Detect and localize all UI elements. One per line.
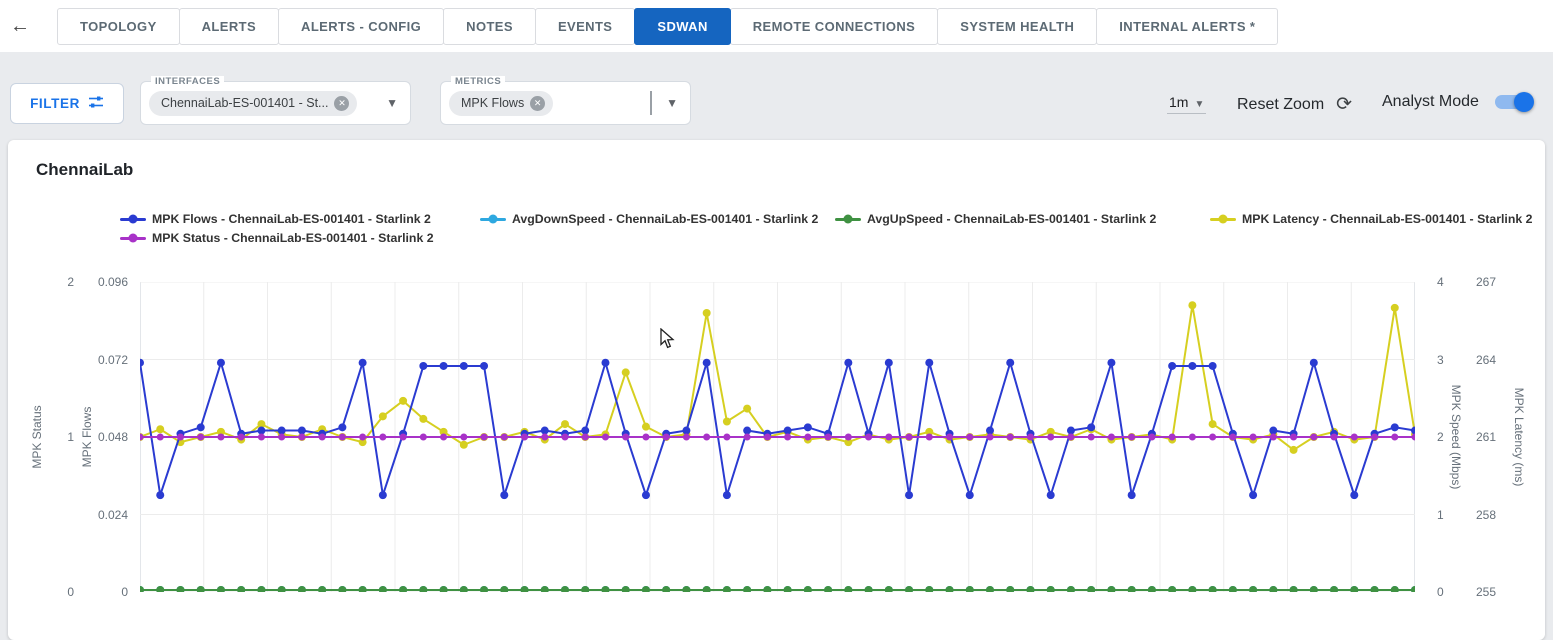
- legend-item-label: MPK Flows - ChennaiLab-ES-001401 - Starl…: [152, 212, 431, 226]
- chart-card: ChennaiLab MPK Flows - ChennaiLab-ES-001…: [8, 140, 1545, 640]
- axis-label-mpk-latency: MPK Latency (ms): [1512, 388, 1526, 487]
- toggle-knob: [1514, 92, 1534, 112]
- reset-zoom-icon: ⟳: [1336, 93, 1352, 116]
- top-navigation-bar: ← TOPOLOGYALERTSALERTS - CONFIGNOTESEVEN…: [0, 0, 1553, 52]
- tick-label: 0: [1437, 585, 1467, 599]
- tick-column-latency: 267264261258255: [1476, 282, 1514, 592]
- text-caret: [650, 91, 652, 115]
- interfaces-chip[interactable]: ChennaiLab-ES-001401 - St... ✕: [149, 91, 357, 116]
- tick-label: 0.024: [66, 508, 128, 522]
- analyst-mode-label: Analyst Mode: [1382, 93, 1479, 111]
- time-range-value: 1m: [1169, 94, 1188, 110]
- legend-marker-icon: [120, 237, 146, 240]
- filter-button[interactable]: FILTER: [10, 83, 124, 124]
- filter-bar: FILTER INTERFACES ChennaiLab-ES-001401 -…: [0, 52, 1553, 140]
- tab-alerts-config[interactable]: ALERTS - CONFIG: [278, 8, 444, 45]
- legend-item-label: MPK Status - ChennaiLab-ES-001401 - Star…: [152, 231, 434, 245]
- tick-column-flows: 0.0960.0720.0480.0240: [66, 282, 128, 592]
- tune-icon: [88, 94, 104, 113]
- legend-marker-icon: [120, 218, 146, 221]
- legend-item-label: AvgDownSpeed - ChennaiLab-ES-001401 - St…: [512, 212, 818, 226]
- chip-remove-icon[interactable]: ✕: [530, 96, 545, 111]
- legend-marker-icon: [480, 218, 506, 221]
- metrics-select[interactable]: METRICS MPK Flows ✕ ▼: [440, 81, 691, 125]
- interfaces-label: INTERFACES: [151, 76, 224, 87]
- analyst-mode-control: Analyst Mode: [1382, 93, 1531, 111]
- interfaces-select[interactable]: INTERFACES ChennaiLab-ES-001401 - St... …: [140, 81, 411, 125]
- tick-label: 4: [1437, 275, 1467, 289]
- chevron-down-icon[interactable]: ▼: [382, 96, 402, 110]
- legend-item-mpk-latency[interactable]: MPK Latency - ChennaiLab-ES-001401 - Sta…: [1210, 212, 1532, 226]
- legend-item-mpk-status[interactable]: MPK Status - ChennaiLab-ES-001401 - Star…: [120, 231, 434, 245]
- chip-remove-icon[interactable]: ✕: [334, 96, 349, 111]
- legend-marker-icon: [1210, 218, 1236, 221]
- metrics-label: METRICS: [451, 76, 505, 87]
- tab-sdwan[interactable]: SDWAN: [634, 8, 730, 45]
- tick-label: 255: [1476, 585, 1514, 599]
- chevron-down-icon: ▼: [1194, 99, 1204, 110]
- legend-item-label: AvgUpSpeed - ChennaiLab-ES-001401 - Star…: [867, 212, 1156, 226]
- back-arrow-icon[interactable]: ←: [0, 15, 40, 38]
- tab-alerts[interactable]: ALERTS: [179, 8, 279, 45]
- tick-label: 267: [1476, 275, 1514, 289]
- tick-label: 1: [1437, 508, 1467, 522]
- tick-label: 2: [1437, 430, 1467, 444]
- tab-bar: TOPOLOGYALERTSALERTS - CONFIGNOTESEVENTS…: [58, 8, 1278, 45]
- filter-button-label: FILTER: [30, 96, 80, 111]
- tick-label: 0.072: [66, 353, 128, 367]
- tab-topology[interactable]: TOPOLOGY: [57, 8, 180, 45]
- chart-title: ChennaiLab: [36, 160, 133, 180]
- tab-notes[interactable]: NOTES: [443, 8, 536, 45]
- legend-item-avgupspeed[interactable]: AvgUpSpeed - ChennaiLab-ES-001401 - Star…: [835, 212, 1156, 226]
- legend-item-mpk-flows[interactable]: MPK Flows - ChennaiLab-ES-001401 - Starl…: [120, 212, 431, 226]
- tick-label: 0.048: [66, 430, 128, 444]
- reset-zoom-label: Reset Zoom: [1237, 96, 1324, 114]
- legend-item-avgdownspeed[interactable]: AvgDownSpeed - ChennaiLab-ES-001401 - St…: [480, 212, 818, 226]
- tick-column-speed: 43210: [1437, 282, 1467, 592]
- tab-remote-connections[interactable]: REMOTE CONNECTIONS: [730, 8, 938, 45]
- reset-zoom-button[interactable]: Reset Zoom ⟳: [1237, 93, 1352, 116]
- tick-label: 0: [66, 585, 128, 599]
- tab-internal-alerts[interactable]: INTERNAL ALERTS *: [1096, 8, 1278, 45]
- metrics-chip-label: MPK Flows: [461, 96, 524, 110]
- tick-label: 258: [1476, 508, 1514, 522]
- analyst-mode-toggle[interactable]: [1495, 95, 1531, 109]
- legend-marker-icon: [835, 218, 861, 221]
- tab-system-health[interactable]: SYSTEM HEALTH: [937, 8, 1097, 45]
- legend-item-label: MPK Latency - ChennaiLab-ES-001401 - Sta…: [1242, 212, 1532, 226]
- tab-events[interactable]: EVENTS: [535, 8, 635, 45]
- tick-label: 261: [1476, 430, 1514, 444]
- plot-svg: [140, 282, 1415, 592]
- interfaces-chip-label: ChennaiLab-ES-001401 - St...: [161, 96, 328, 110]
- metrics-chip[interactable]: MPK Flows ✕: [449, 91, 553, 116]
- tick-label: 0.096: [66, 275, 128, 289]
- tick-label: 3: [1437, 353, 1467, 367]
- tick-label: 264: [1476, 353, 1514, 367]
- time-range-select[interactable]: 1m ▼: [1167, 94, 1206, 114]
- chart-plot-area[interactable]: [140, 282, 1415, 592]
- chevron-down-icon[interactable]: ▼: [662, 96, 682, 110]
